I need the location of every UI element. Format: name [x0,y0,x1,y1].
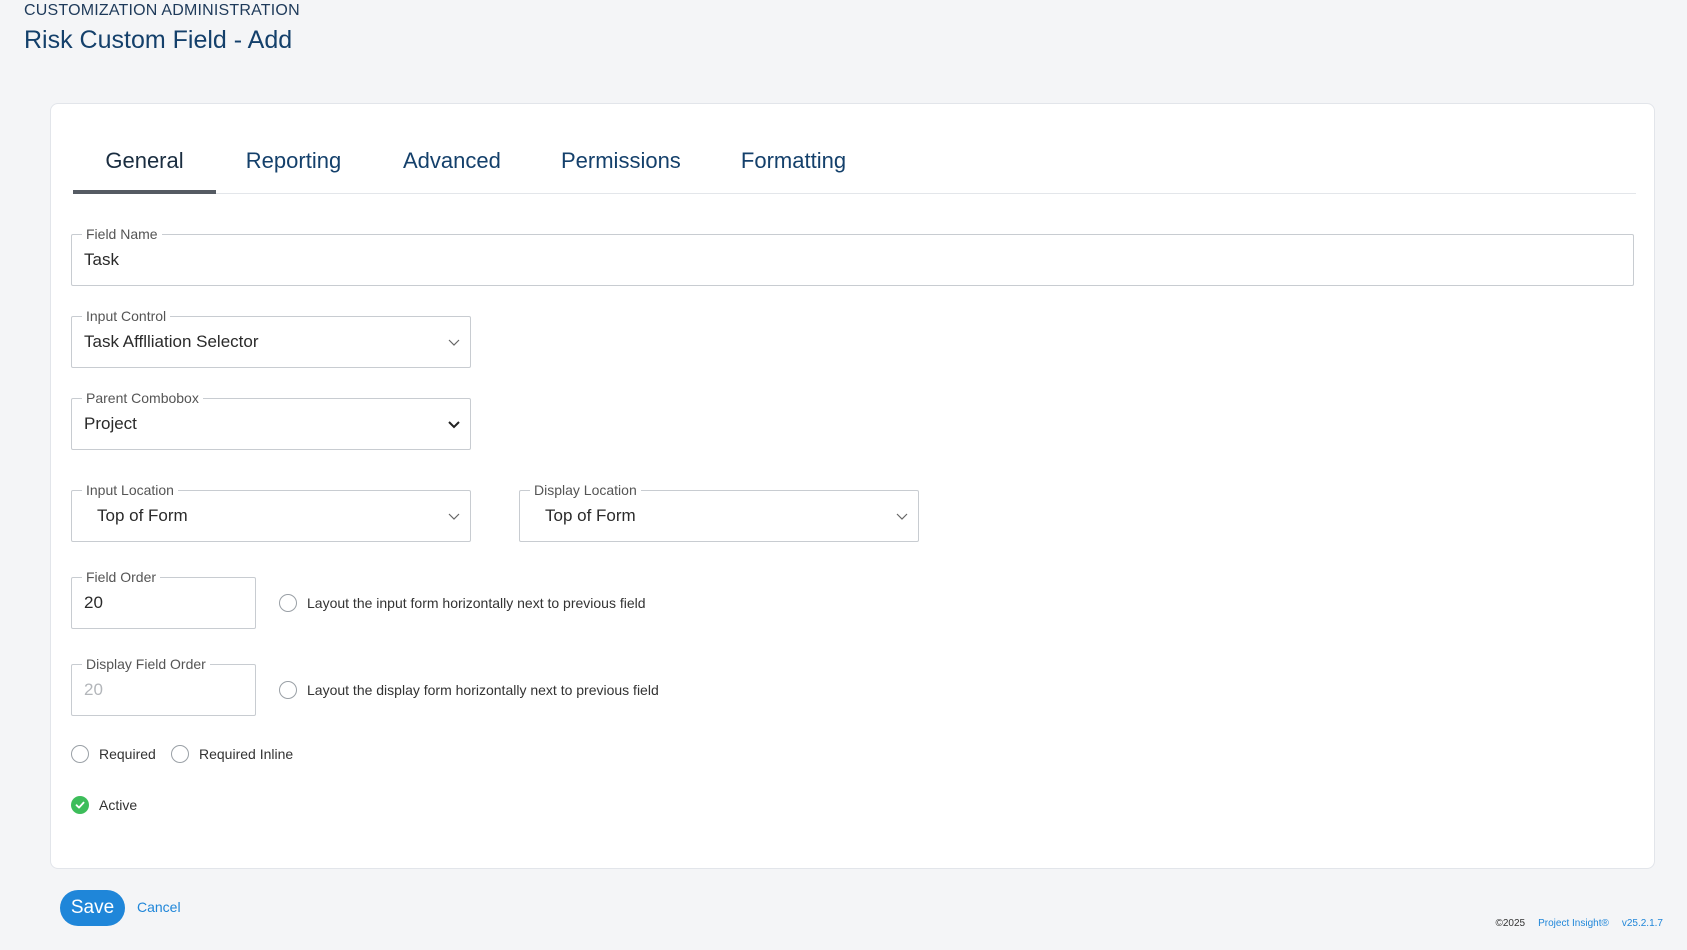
copyright-text: ©2025 [1495,918,1526,929]
save-button[interactable]: Save [60,890,125,926]
input-location-select[interactable]: Input Location Top of Form [71,481,471,542]
input-horizontal-label: Layout the input form horizontally next … [307,595,646,611]
required-inline-label: Required Inline [199,746,294,762]
required-inline-option[interactable]: Required Inline [171,745,293,763]
input-horizontal-option[interactable]: Layout the input form horizontally next … [279,594,646,612]
display-location-select[interactable]: Display Location Top of Form [519,481,919,542]
page-header: CUSTOMIZATION ADMINISTRATION Risk Custom… [24,2,300,55]
chevron-down-icon [448,339,460,346]
footer: ©2025 Project Insight® v25.2.1.7 [1495,918,1663,929]
form-card: General Reporting Advanced Permissions F… [50,103,1655,869]
required-option[interactable]: Required [71,745,156,763]
tab-advanced[interactable]: Advanced [403,132,501,194]
display-field-order-input[interactable]: Display Field Order 20 [71,655,256,716]
radio-unchecked-icon [171,745,189,763]
required-label: Required [99,746,156,762]
tab-formatting[interactable]: Formatting [740,132,847,194]
display-horizontal-option[interactable]: Layout the display form horizontally nex… [279,681,659,699]
parent-combobox-select[interactable]: Parent Combobox Project [71,389,471,450]
parent-combobox-value: Project [84,414,137,433]
page-title: Risk Custom Field - Add [24,26,293,54]
field-name-value: Task [84,250,119,269]
active-label: Active [99,797,138,813]
display-horizontal-label: Layout the display form horizontally nex… [307,682,659,698]
input-location-value: Top of Form [97,506,188,525]
brand-link[interactable]: Project Insight® [1538,918,1609,929]
tab-reporting[interactable]: Reporting [243,132,344,194]
tab-permissions[interactable]: Permissions [561,132,681,194]
tab-bar: General Reporting Advanced Permissions F… [73,132,1636,194]
radio-unchecked-icon [279,681,297,699]
display-field-order-value: 20 [84,680,103,699]
chevron-down-icon [448,421,460,429]
cancel-link[interactable]: Cancel [137,899,181,915]
tab-general[interactable]: General [73,132,216,194]
section-label: CUSTOMIZATION ADMINISTRATION [24,2,300,19]
chevron-down-icon [448,513,460,520]
version-text: v25.2.1.7 [1621,918,1663,929]
active-option[interactable]: Active [71,796,137,814]
field-order-input[interactable]: Field Order 20 [71,568,256,629]
input-control-value: Task Afflliation Selector [84,332,259,351]
input-control-select[interactable]: Input Control Task Afflliation Selector [71,307,471,368]
field-order-value: 20 [84,593,103,612]
field-name-input[interactable]: Field Name Task [71,225,1634,286]
display-location-value: Top of Form [545,506,636,525]
radio-unchecked-icon [279,594,297,612]
check-circle-icon [71,796,89,814]
radio-unchecked-icon [71,745,89,763]
chevron-down-icon [896,513,908,520]
